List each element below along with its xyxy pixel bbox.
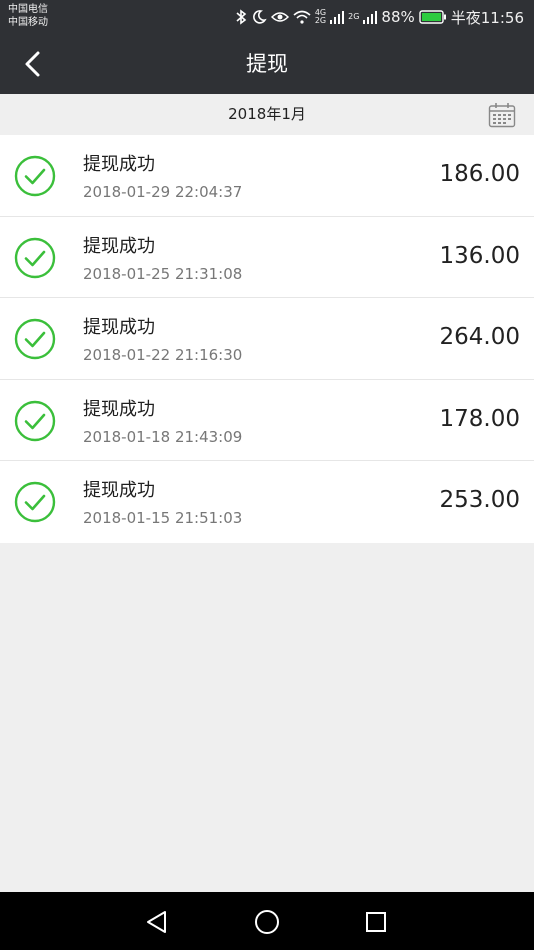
battery-percent: 88% (381, 8, 415, 26)
list-item[interactable]: 提现成功 2018-01-29 22:04:37 186.00 (0, 135, 534, 217)
carrier-1: 中国电信 (8, 4, 48, 15)
record-amount: 136.00 (439, 242, 520, 269)
month-label: 2018年1月 (228, 105, 306, 123)
list-item[interactable]: 提现成功 2018-01-22 21:16:30 264.00 (0, 298, 534, 380)
eye-icon (270, 12, 289, 22)
record-amount: 264.00 (439, 324, 520, 351)
list-item[interactable]: 提现成功 2018-01-18 21:43:09 178.00 (0, 380, 534, 462)
nav-back-icon[interactable] (143, 908, 171, 936)
moon-icon (252, 10, 267, 24)
record-amount: 186.00 (439, 161, 520, 187)
record-time: 2018-01-29 22:04:37 (83, 183, 243, 201)
month-filter-bar: 2018年1月 (0, 94, 534, 135)
success-check-icon (14, 482, 56, 523)
clock: 半夜11:56 (450, 8, 524, 27)
list-item[interactable]: 提现成功 2018-01-25 21:31:08 136.00 (0, 217, 534, 299)
status-icons: 4G 2G 2G 88% 半夜11:56 (235, 6, 524, 28)
record-time: 2018-01-25 21:31:08 (83, 264, 243, 283)
success-check-icon (14, 237, 56, 278)
record-time: 2018-01-15 21:51:03 (83, 509, 243, 528)
back-button[interactable] (18, 48, 50, 80)
battery-icon (419, 10, 446, 24)
record-status: 提现成功 (83, 398, 155, 420)
network-type-1: 4G 2G (314, 8, 327, 25)
signal-icon (330, 11, 345, 24)
withdrawal-list: 提现成功 2018-01-29 22:04:37 186.00 提现成功 201… (0, 135, 534, 543)
calendar-icon (488, 103, 516, 128)
record-status: 提现成功 (83, 480, 155, 502)
top-bar: 提现 (0, 34, 534, 94)
record-amount: 178.00 (439, 405, 520, 432)
list-item[interactable]: 提现成功 2018-01-15 21:51:03 253.00 (0, 461, 534, 543)
back-arrow-icon (25, 51, 40, 77)
record-status: 提现成功 (83, 317, 155, 339)
success-check-icon (14, 400, 56, 441)
success-check-icon (14, 155, 56, 197)
nav-recents-icon[interactable] (362, 908, 390, 936)
record-amount: 253.00 (439, 487, 520, 514)
bluetooth-icon (236, 9, 247, 25)
record-time: 2018-01-22 21:16:30 (83, 346, 243, 365)
success-check-icon (14, 318, 56, 360)
signal-icon (363, 11, 378, 24)
calendar-button[interactable] (488, 102, 516, 128)
record-status: 提现成功 (83, 235, 155, 257)
record-time: 2018-01-18 21:43:09 (83, 427, 243, 446)
status-bar: 中国电信 中国移动 4G 2G 2G 88% 半夜11:56 (0, 0, 534, 34)
nav-home-icon[interactable] (253, 908, 281, 936)
network-type-2: 2G (348, 12, 360, 21)
system-nav-bar (0, 892, 534, 950)
wifi-icon (293, 10, 311, 24)
carrier-info: 中国电信 中国移动 (8, 3, 48, 29)
carrier-2: 中国移动 (8, 17, 48, 28)
record-status: 提现成功 (83, 154, 155, 175)
page-title: 提现 (246, 52, 288, 76)
